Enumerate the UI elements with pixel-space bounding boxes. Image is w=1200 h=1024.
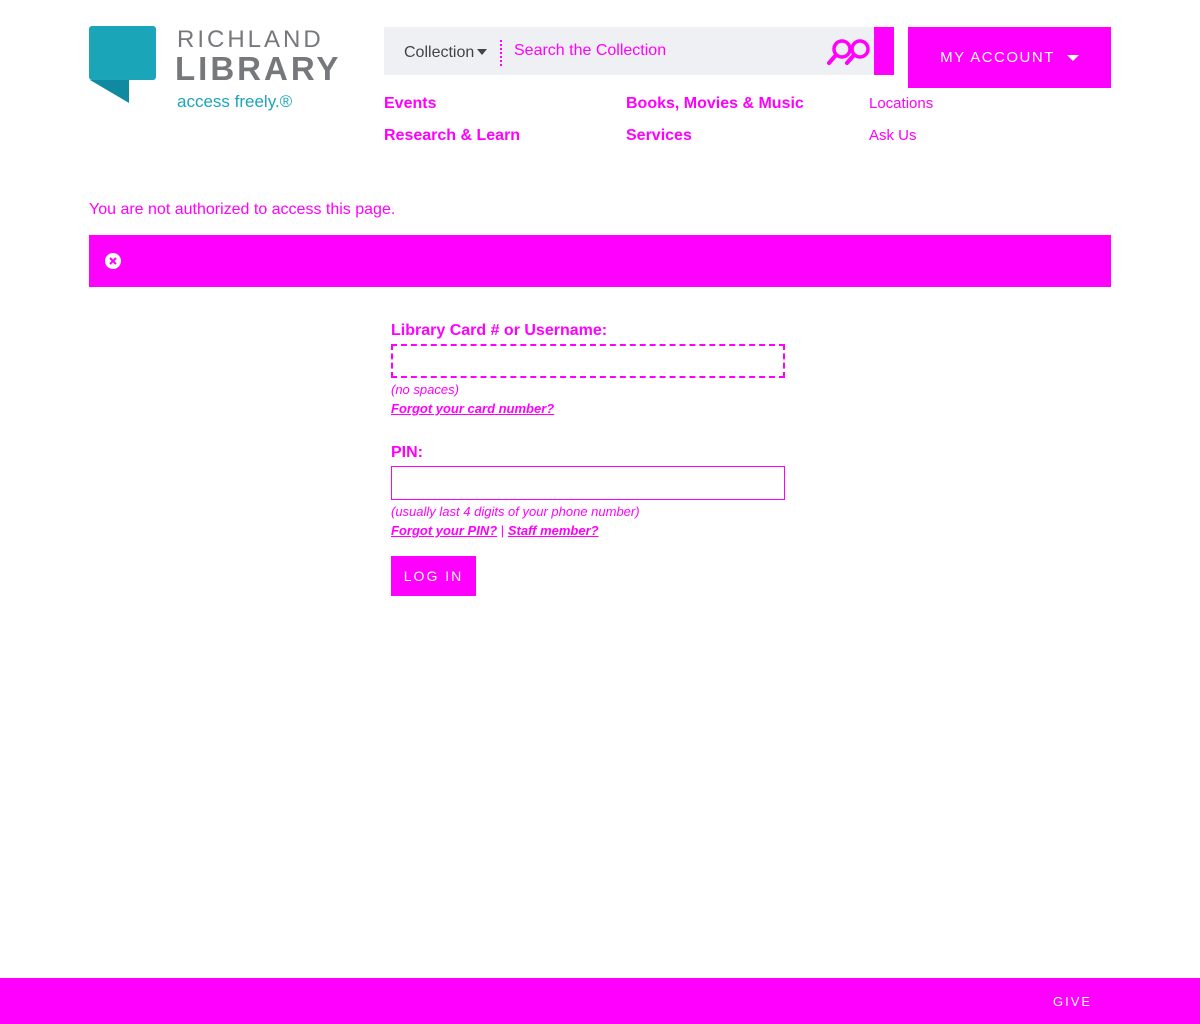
nav-events[interactable]: Events [384,95,436,113]
close-icon[interactable] [105,253,121,269]
nav-ask-us[interactable]: Ask Us [869,127,917,144]
card-number-label: Library Card # or Username: [391,322,608,339]
nav-services[interactable]: Services [626,127,692,145]
card-number-hint: (no spaces) [391,382,459,397]
link-separator: | [500,523,505,538]
my-account-button[interactable]: MY ACCOUNT [908,27,1111,88]
unauthorized-message: You are not authorized to access this pa… [89,201,396,218]
nav-books-movies-music[interactable]: Books, Movies & Music [626,95,804,113]
pin-input[interactable] [391,466,785,500]
footer-give-link[interactable]: GIVE [1053,994,1092,1009]
pin-group: PIN: (usually last 4 digits of your phon… [391,444,791,538]
nav-locations[interactable]: Locations [869,95,933,112]
search-input[interactable] [514,37,814,65]
card-number-input[interactable] [391,344,785,378]
chevron-down-icon [1066,54,1079,61]
site-logo[interactable]: RICHLAND LIBRARY access freely.® [89,26,349,116]
card-help-links: Forgot your card number? [391,401,791,416]
login-form: Library Card # or Username: (no spaces) … [391,322,791,596]
footer-bar: GIVE [0,978,1200,1024]
chevron-down-icon [477,49,487,55]
logo-text-library: LIBRARY [175,50,342,87]
forgot-pin-link[interactable]: Forgot your PIN? [391,523,497,538]
search-bar: Collection [384,27,894,75]
search-scope-select[interactable]: Collection [404,27,474,75]
search-submit-button[interactable] [874,27,894,75]
staff-member-link[interactable]: Staff member? [508,523,599,538]
logo-tagline: access freely.® [177,92,293,111]
pin-help-links: Forgot your PIN? | Staff member? [391,523,791,538]
alert-bar [89,235,1111,287]
my-account-label: MY ACCOUNT [940,49,1055,66]
logo-mark-icon [89,26,156,103]
pin-hint: (usually last 4 digits of your phone num… [391,504,640,519]
log-in-button[interactable]: LOG IN [391,556,476,596]
pin-label: PIN: [391,444,423,461]
nav-research-learn[interactable]: Research & Learn [384,127,520,145]
search-icon[interactable] [826,35,876,69]
forgot-card-link[interactable]: Forgot your card number? [391,401,554,416]
search-divider [500,40,502,66]
